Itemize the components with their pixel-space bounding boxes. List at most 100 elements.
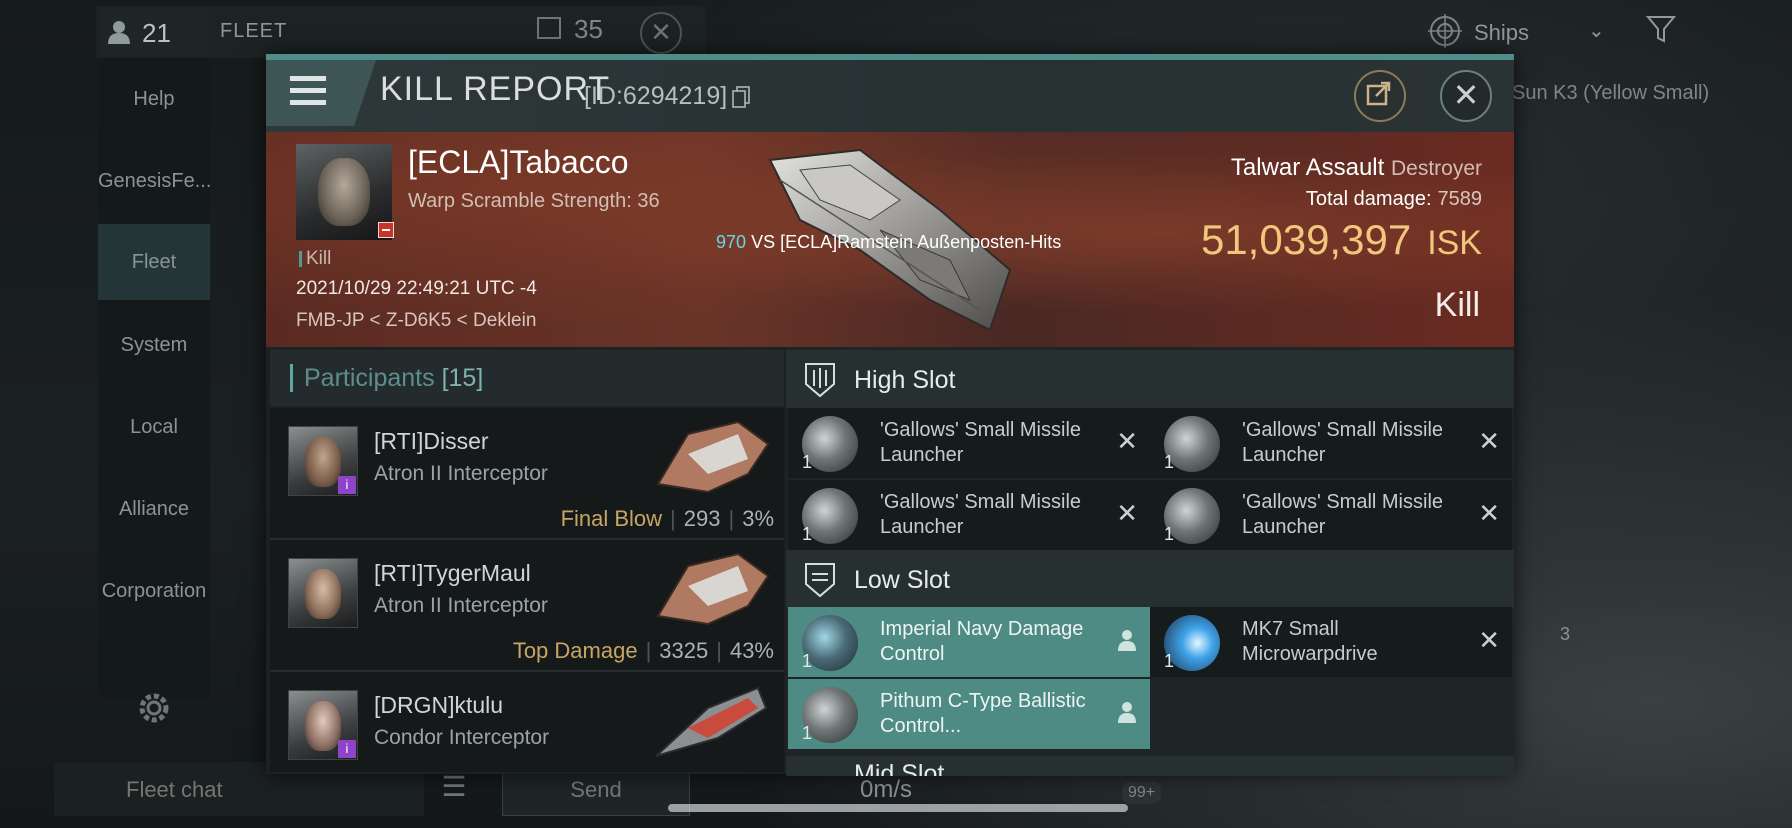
chat-channel-sidebar: Help GenesisFe... Fleet System Local All… bbox=[98, 58, 211, 698]
vs-summary: 970 VS [ECLA]Ramstein Außenposten-Hits bbox=[716, 232, 1061, 253]
sidebar-item-genesis[interactable]: GenesisFe... bbox=[98, 170, 211, 193]
dropped-person-icon bbox=[1118, 630, 1136, 651]
participant-row[interactable]: i [DRGN]ktulu Condor Interceptor bbox=[270, 672, 784, 772]
sidebar-item-alliance[interactable]: Alliance bbox=[98, 498, 210, 521]
participant-ship: Atron II Interceptor bbox=[374, 594, 548, 617]
module-name: Imperial Navy Damage Control bbox=[880, 618, 1084, 665]
gear-icon[interactable] bbox=[132, 686, 176, 730]
chevron-down-icon: ⌄ bbox=[1588, 20, 1605, 42]
list-icon[interactable]: ☰ bbox=[424, 770, 484, 810]
vs-damage: 970 bbox=[716, 232, 747, 252]
module-item[interactable]: 1 'Gallows' Small Missile Launcher ✕ bbox=[788, 480, 1150, 550]
dropped-person-icon bbox=[1118, 702, 1136, 723]
victim-face bbox=[318, 158, 370, 226]
fleet-members-number: 21 bbox=[142, 18, 171, 48]
participant-name: [RTI]Disser bbox=[374, 428, 489, 454]
chat-icon[interactable] bbox=[536, 16, 564, 44]
destroyed-x-icon: ✕ bbox=[1116, 498, 1138, 528]
filter-funnel-icon[interactable] bbox=[1646, 14, 1676, 44]
sidebar-item-system[interactable]: System bbox=[98, 334, 210, 357]
chat-count: 35 bbox=[574, 14, 603, 44]
fleet-title: FLEET bbox=[220, 20, 288, 42]
module-item[interactable]: 1 Pithum C-Type Ballistic Control... bbox=[788, 679, 1150, 749]
fleet-close-icon[interactable]: ✕ bbox=[640, 12, 682, 54]
participant-row[interactable]: [RTI]TygerMaul Atron II Interceptor Top … bbox=[270, 540, 784, 672]
participant-tag: Top Damage bbox=[512, 638, 638, 663]
module-name: MK7 Small Microwarpdrive bbox=[1242, 618, 1378, 665]
object-count-badge: 3 bbox=[1560, 624, 1571, 644]
destroyed-x-icon: ✕ bbox=[1478, 625, 1500, 655]
participant-damage: 293 bbox=[683, 506, 721, 531]
sidebar-item-fleet[interactable]: Fleet bbox=[98, 224, 210, 300]
module-quantity: 1 bbox=[1164, 452, 1175, 472]
ship-type[interactable]: Talwar Assault Destroyer bbox=[1231, 154, 1482, 182]
participant-badge: i bbox=[338, 476, 356, 494]
participant-ship-image bbox=[655, 686, 768, 757]
speed-readout: 0m/s bbox=[860, 776, 913, 803]
participant-face bbox=[305, 701, 341, 751]
destroyed-x-icon: ✕ bbox=[1478, 498, 1500, 528]
copy-icon[interactable] bbox=[732, 86, 750, 108]
hamburger-menu-icon[interactable] bbox=[290, 76, 326, 106]
module-quantity: 1 bbox=[1164, 651, 1175, 671]
participant-ship: Atron II Interceptor bbox=[374, 462, 548, 485]
kill-location[interactable]: FMB-JP < Z-D6K5 < Deklein bbox=[296, 310, 536, 332]
sidebar-item-corporation[interactable]: Corporation bbox=[98, 580, 210, 603]
module-quantity: 1 bbox=[1164, 524, 1175, 544]
participant-tag: Final Blow bbox=[560, 506, 663, 531]
share-icon bbox=[1366, 81, 1391, 106]
participant-ship: Condor Interceptor bbox=[374, 726, 550, 749]
target-icon bbox=[1428, 14, 1462, 48]
sidebar-item-local[interactable]: Local bbox=[98, 416, 210, 439]
high-slot-label: High Slot bbox=[854, 366, 956, 394]
participant-ship-image bbox=[656, 420, 770, 494]
participant-name: [DRGN]ktulu bbox=[374, 692, 504, 718]
participant-avatar bbox=[288, 558, 358, 628]
isk-value: 51,039,397 ISK bbox=[1201, 216, 1482, 264]
low-slot-icon bbox=[805, 563, 835, 598]
low-slot-header: Low Slot bbox=[786, 550, 1514, 608]
module-quantity: 1 bbox=[802, 723, 813, 743]
total-damage-value: 7589 bbox=[1437, 188, 1483, 210]
destroyed-x-icon: ✕ bbox=[1478, 426, 1500, 456]
module-name: 'Gallows' Small Missile Launcher bbox=[1242, 419, 1444, 466]
participants-label: Participants bbox=[304, 364, 435, 392]
participant-face bbox=[305, 569, 341, 619]
module-item[interactable]: 1 'Gallows' Small Missile Launcher ✕ bbox=[1150, 480, 1512, 550]
module-name: 'Gallows' Small Missile Launcher bbox=[880, 491, 1082, 538]
module-quantity: 1 bbox=[802, 452, 813, 472]
sidebar-item-help[interactable]: Help bbox=[98, 88, 210, 111]
participant-damage: 3325 bbox=[659, 638, 709, 663]
mid-slot-header-partial: Mid Slot bbox=[786, 756, 1514, 776]
participant-badge: i bbox=[338, 740, 356, 758]
module-quantity: 1 bbox=[802, 524, 813, 544]
fleet-members-count[interactable]: 21 bbox=[100, 8, 208, 56]
participant-percent: 3% bbox=[742, 506, 774, 531]
isk-amount: 51,039,397 bbox=[1200, 216, 1412, 263]
module-item[interactable]: 1 'Gallows' Small Missile Launcher ✕ bbox=[788, 408, 1150, 478]
participant-stats: Final Blow | 293 | 3% bbox=[560, 506, 774, 531]
module-name: 'Gallows' Small Missile Launcher bbox=[880, 419, 1082, 466]
module-item[interactable]: 1 Imperial Navy Damage Control bbox=[788, 607, 1150, 677]
victim-name[interactable]: [ECLA]Tabacco bbox=[408, 144, 629, 181]
participant-row[interactable]: i [RTI]Disser Atron II Interceptor Final… bbox=[270, 408, 784, 540]
vs-text: VS [ECLA]Ramstein Außenposten-Hits bbox=[751, 232, 1062, 252]
module-item[interactable]: 1 'Gallows' Small Missile Launcher ✕ bbox=[1150, 408, 1512, 478]
standing-badge bbox=[378, 222, 394, 238]
destroyed-x-icon: ✕ bbox=[1116, 426, 1138, 456]
participants-title: Participants [15] bbox=[304, 364, 483, 393]
module-name: Pithum C-Type Ballistic Control... bbox=[880, 690, 1086, 737]
share-button[interactable] bbox=[1354, 70, 1406, 122]
module-name: 'Gallows' Small Missile Launcher bbox=[1242, 491, 1444, 538]
chat-input[interactable] bbox=[124, 772, 418, 808]
ships-filter-dropdown[interactable]: Ships ⌄ bbox=[1420, 10, 1610, 54]
module-item[interactable]: 1 MK7 Small Microwarpdrive ✕ bbox=[1150, 607, 1512, 677]
participant-face bbox=[305, 437, 341, 487]
close-button[interactable]: ✕ bbox=[1440, 70, 1492, 122]
low-slot-label: Low Slot bbox=[854, 566, 950, 594]
home-indicator[interactable] bbox=[668, 804, 1128, 812]
module-quantity: 1 bbox=[802, 651, 813, 671]
ship-class: Destroyer bbox=[1390, 157, 1482, 180]
ship-name: Talwar Assault bbox=[1230, 154, 1385, 181]
notification-badge: 99+ bbox=[1122, 782, 1162, 804]
